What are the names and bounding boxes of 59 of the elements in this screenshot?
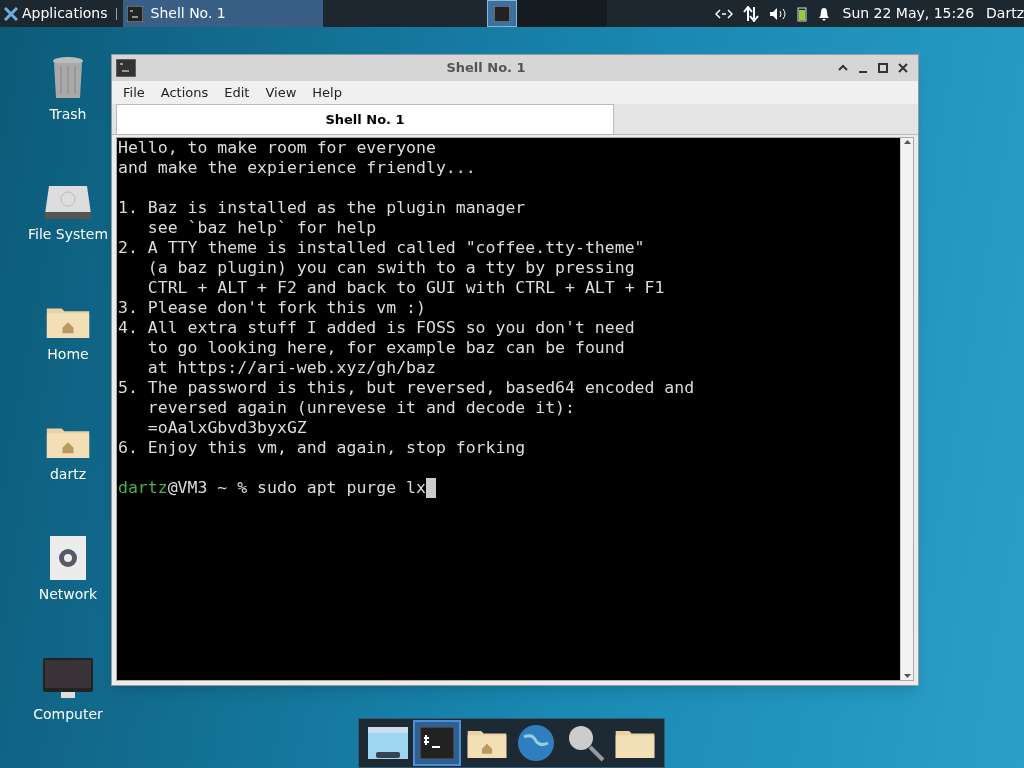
taskbar-button[interactable]: Shell No. 1 (122, 0, 323, 27)
terminal-line: to go looking here, for example baz can be found (146, 338, 626, 358)
terminal-line: 6. Enjoy this vm, and again, stop forking (118, 438, 527, 458)
desktop-icon-label[interactable]: File System (27, 224, 109, 245)
scroll-down-icon[interactable] (902, 671, 912, 680)
scroll-up-icon[interactable] (902, 138, 912, 147)
prompt-host: @VM3 ~ % (167, 478, 249, 498)
tab[interactable]: Shell No. 1 (116, 104, 614, 134)
terminal-line: (a baz plugin) you can swith to a tty by pressing (146, 258, 636, 278)
monitor-icon (43, 658, 93, 700)
workspace-button[interactable] (486, 0, 517, 27)
menu-item[interactable]: Help (305, 82, 349, 103)
network-icon[interactable] (714, 7, 733, 20)
terminal-icon (126, 5, 143, 22)
terminal-line: 1. Baz is installed as the plugin manager (118, 198, 527, 218)
desktop-icon-label[interactable]: Computer (33, 704, 103, 725)
terminal-icon[interactable] (420, 727, 455, 759)
terminal-line: 4. All extra stuff I added is FOSS so you don't need (118, 318, 636, 338)
cursor (425, 478, 436, 498)
settings-icon (50, 536, 86, 580)
window-title: Shell No. 1 (445, 59, 527, 78)
terminal-line: Hello, to make room for everyone (118, 138, 437, 158)
clock[interactable]: Sun 22 May, 15:26 (842, 3, 975, 24)
desktop-icon-label[interactable]: Network (38, 584, 98, 605)
terminal-icon (493, 5, 510, 22)
terminal-line: =oAalxGbvd3byxGZ (146, 418, 308, 438)
desktop-icon-label[interactable]: Trash (49, 104, 87, 125)
menu-item[interactable]: Actions (153, 82, 216, 103)
scrollbar[interactable] (900, 138, 913, 680)
close-icon[interactable] (896, 61, 910, 75)
transfer-arrows-icon[interactable] (742, 5, 759, 22)
volume-icon[interactable] (768, 6, 787, 21)
bell-icon[interactable] (816, 5, 831, 22)
applications-menu[interactable]: Applications (0, 0, 112, 27)
battery-icon[interactable] (796, 5, 807, 22)
user-name[interactable]: Dartz (986, 3, 1024, 24)
workspace-button[interactable] (516, 0, 547, 27)
terminal-line: 3. Please don't fork this vm :) (118, 298, 427, 318)
terminal-line: and make the expierience friendly... (118, 158, 477, 178)
terminal-line: see `baz help` for help (146, 218, 378, 238)
hard-drive-icon (45, 184, 91, 220)
menu-item[interactable]: View (258, 82, 304, 103)
command-text: sudo apt purge lx (257, 478, 426, 498)
trash-icon (51, 56, 85, 100)
menu-item[interactable]: Edit (217, 82, 257, 103)
desktop-icon-label[interactable]: dartz (49, 464, 87, 485)
x-logo-icon (4, 6, 18, 21)
prompt-user: dartz (118, 478, 168, 498)
terminal-icon (116, 59, 136, 77)
terminal-line: reversed again (unrevese it and decode it): (146, 398, 576, 418)
window-icon[interactable] (367, 727, 408, 759)
dock-item[interactable] (413, 720, 462, 766)
terminal-line: at https://ari-web.xyz/gh/baz (146, 358, 437, 378)
terminal-line: 2. A TTY theme is installed called "coffee.tty-theme" (118, 238, 646, 258)
menu-item[interactable]: File (116, 82, 152, 103)
desktop-icon-label[interactable]: Home (47, 344, 89, 365)
maximize-icon[interactable] (876, 61, 890, 75)
terminal-line: CTRL + ALT + F2 and back to GUI with CTRL + ALT + F1 (146, 278, 666, 298)
terminal-line: 5. The password is this, but reversed, based64 encoded and (118, 378, 696, 398)
